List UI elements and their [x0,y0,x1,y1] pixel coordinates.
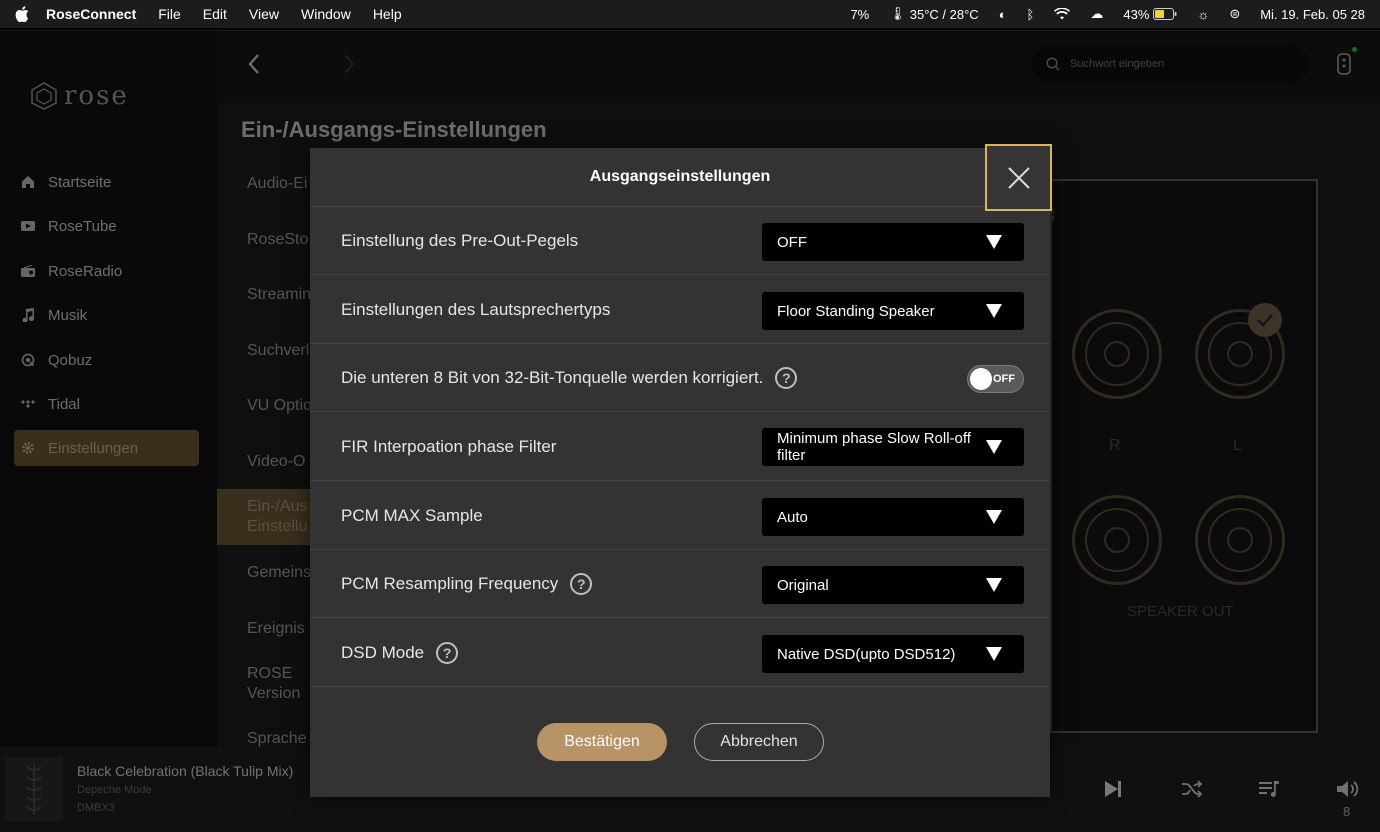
setting-label-wrap: Die unteren 8 Bit von 32-Bit-Tonquelle w… [341,344,798,412]
setting-row-pre-out: Einstellung des Pre-Out-Pegels OFF [310,207,1050,275]
setting-label-wrap: DSD Mode ? [341,619,459,687]
dropdown-arrow-icon [986,647,1002,661]
setting-row-pcm-max-sample: PCM MAX Sample Auto [310,482,1050,550]
focus-icon[interactable]: ◐ [999,7,1007,22]
close-icon [1007,166,1030,189]
temperature-text: 35°C / 28°C [909,6,979,22]
setting-row-fir-filter: FIR Interpoation phase Filter Minimum ph… [310,413,1050,481]
fir-filter-select[interactable]: Minimum phase Slow Roll-off filter [762,428,1024,466]
battery-icon [1153,8,1177,20]
setting-row-pcm-resampling: PCM Resampling Frequency ? Original [310,550,1050,618]
dropdown-arrow-icon [986,440,1002,454]
cancel-button[interactable]: Abbrechen [694,723,824,761]
setting-label: FIR Interpoation phase Filter [341,437,557,456]
battery-status[interactable]: 43% [1123,7,1177,22]
help-icon[interactable]: ? [570,573,593,595]
dsd-mode-select[interactable]: Native DSD(upto DSD512) [762,635,1024,673]
select-value: OFF [777,233,807,251]
battery-text: 43% [1123,6,1150,22]
output-settings-dialog: Ausgangseinstellungen Einstellung des Pr… [310,144,1052,797]
select-value: Floor Standing Speaker [777,302,935,320]
setting-label: Die unteren 8 Bit von 32-Bit-Tonquelle w… [341,368,764,387]
speaker-type-select[interactable]: Floor Standing Speaker [762,292,1024,330]
apple-icon[interactable] [14,6,30,22]
menu-view[interactable]: View [249,6,279,22]
pre-out-level-select[interactable]: OFF [762,223,1024,261]
dropdown-arrow-icon [986,578,1002,592]
setting-label: DSD Mode [341,643,425,662]
menu-window[interactable]: Window [301,6,351,22]
control-center-icon[interactable]: ⊜ [1229,6,1240,22]
toggle-state: OFF [993,373,1015,385]
menu-bar: RoseConnect File Edit View Window Help 7… [0,0,1380,28]
confirm-button[interactable]: Bestätigen [537,723,667,761]
cloud-icon[interactable]: ☁ [1090,6,1103,22]
setting-label: Einstellung des Pre-Out-Pegels [341,231,579,250]
help-icon[interactable]: ? [436,642,459,664]
select-value: Auto [777,508,808,526]
setting-row-speaker-type: Einstellungen des Lautsprechertyps Floor… [310,276,1050,344]
menu-edit[interactable]: Edit [203,6,227,22]
help-icon[interactable]: ? [775,367,798,389]
menu-help[interactable]: Help [373,6,402,22]
pcm-max-sample-select[interactable]: Auto [762,498,1024,536]
dialog-title: Ausgangseinstellungen [589,168,771,185]
pcm-resampling-select[interactable]: Original [762,566,1024,604]
brightness-icon[interactable]: ☼ [1197,7,1209,22]
dropdown-arrow-icon [986,510,1002,524]
menu-file[interactable]: File [158,6,181,22]
cpu-status[interactable]: 7% [850,7,869,22]
temperature-status[interactable]: 🌡 35°C / 28°C [889,6,978,22]
setting-row-dsd-mode: DSD Mode ? Native DSD(upto DSD512) [310,619,1050,687]
select-value: Original [777,576,829,594]
dropdown-arrow-icon [986,304,1002,318]
select-value: Minimum phase Slow Roll-off filter [777,430,971,464]
setting-row-32bit-correction: Die unteren 8 Bit von 32-Bit-Tonquelle w… [310,344,1050,412]
bluetooth-icon[interactable]: ᛒ [1027,7,1035,22]
wifi-icon[interactable] [1054,8,1071,20]
datetime[interactable]: Mi. 19. Feb. 05 28 [1260,7,1365,22]
toggle-knob [970,368,992,390]
dropdown-arrow-icon [986,235,1002,249]
menu-app-name[interactable]: RoseConnect [46,6,136,22]
select-value: Native DSD(upto DSD512) [777,645,956,663]
setting-label: Einstellungen des Lautsprechertyps [341,300,611,319]
32bit-correction-toggle[interactable]: OFF [967,365,1024,393]
setting-label: PCM Resampling Frequency [341,574,559,593]
setting-label-wrap: PCM Resampling Frequency ? [341,550,593,618]
close-dialog-button[interactable] [985,144,1052,211]
setting-label: PCM MAX Sample [341,506,483,525]
